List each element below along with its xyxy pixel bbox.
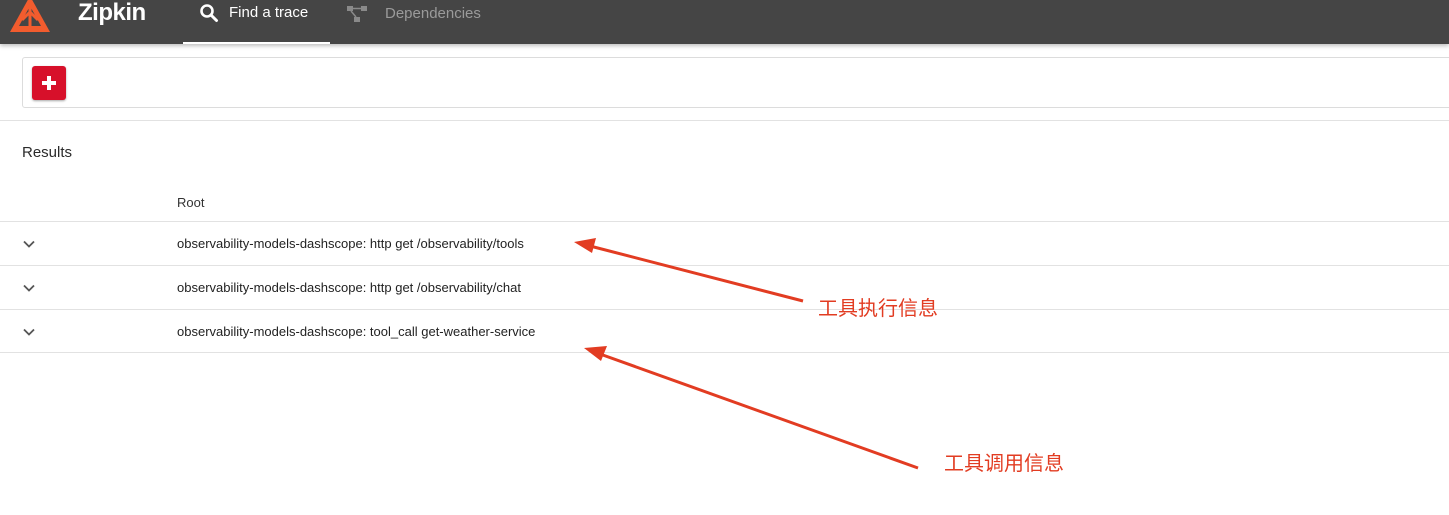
tab-find-a-trace-label: Find a trace — [229, 4, 309, 21]
tab-find-a-trace[interactable]: Find a trace — [183, 0, 330, 44]
search-criteria-panel[interactable] — [22, 57, 1449, 108]
trace-row[interactable]: observability-models-dashscope: http get… — [0, 265, 1449, 309]
section-divider — [0, 120, 1449, 121]
annotation-arrow-2 — [599, 352, 919, 470]
dependency-graph-icon — [347, 6, 367, 22]
annotation-label-tool-call: 工具调用信息 — [944, 451, 1064, 475]
chevron-down-icon[interactable] — [21, 280, 37, 296]
plus-icon — [42, 76, 56, 90]
trace-root-name: observability-models-dashscope: http get… — [177, 236, 524, 251]
annotation-label-tool-execution: 工具执行信息 — [818, 296, 938, 320]
tab-dependencies-label: Dependencies — [385, 5, 481, 22]
search-icon — [200, 4, 218, 22]
brand-name[interactable]: Zipkin — [78, 0, 146, 27]
trace-root-name: observability-models-dashscope: tool_cal… — [177, 324, 536, 339]
results-title: Results — [22, 144, 73, 161]
add-criteria-button[interactable] — [32, 66, 66, 100]
column-header-root[interactable]: Root — [177, 195, 204, 210]
chevron-down-icon[interactable] — [21, 324, 37, 340]
tab-dependencies[interactable]: Dependencies — [345, 0, 505, 44]
trace-row[interactable]: observability-models-dashscope: tool_cal… — [0, 309, 1449, 353]
chevron-down-icon[interactable] — [21, 236, 37, 252]
trace-row[interactable]: observability-models-dashscope: http get… — [0, 221, 1449, 265]
zipkin-logo-icon[interactable] — [8, 0, 52, 34]
trace-root-name: observability-models-dashscope: http get… — [177, 280, 521, 295]
top-navigation-bar: Zipkin Find a trace Dependencies — [0, 0, 1449, 44]
